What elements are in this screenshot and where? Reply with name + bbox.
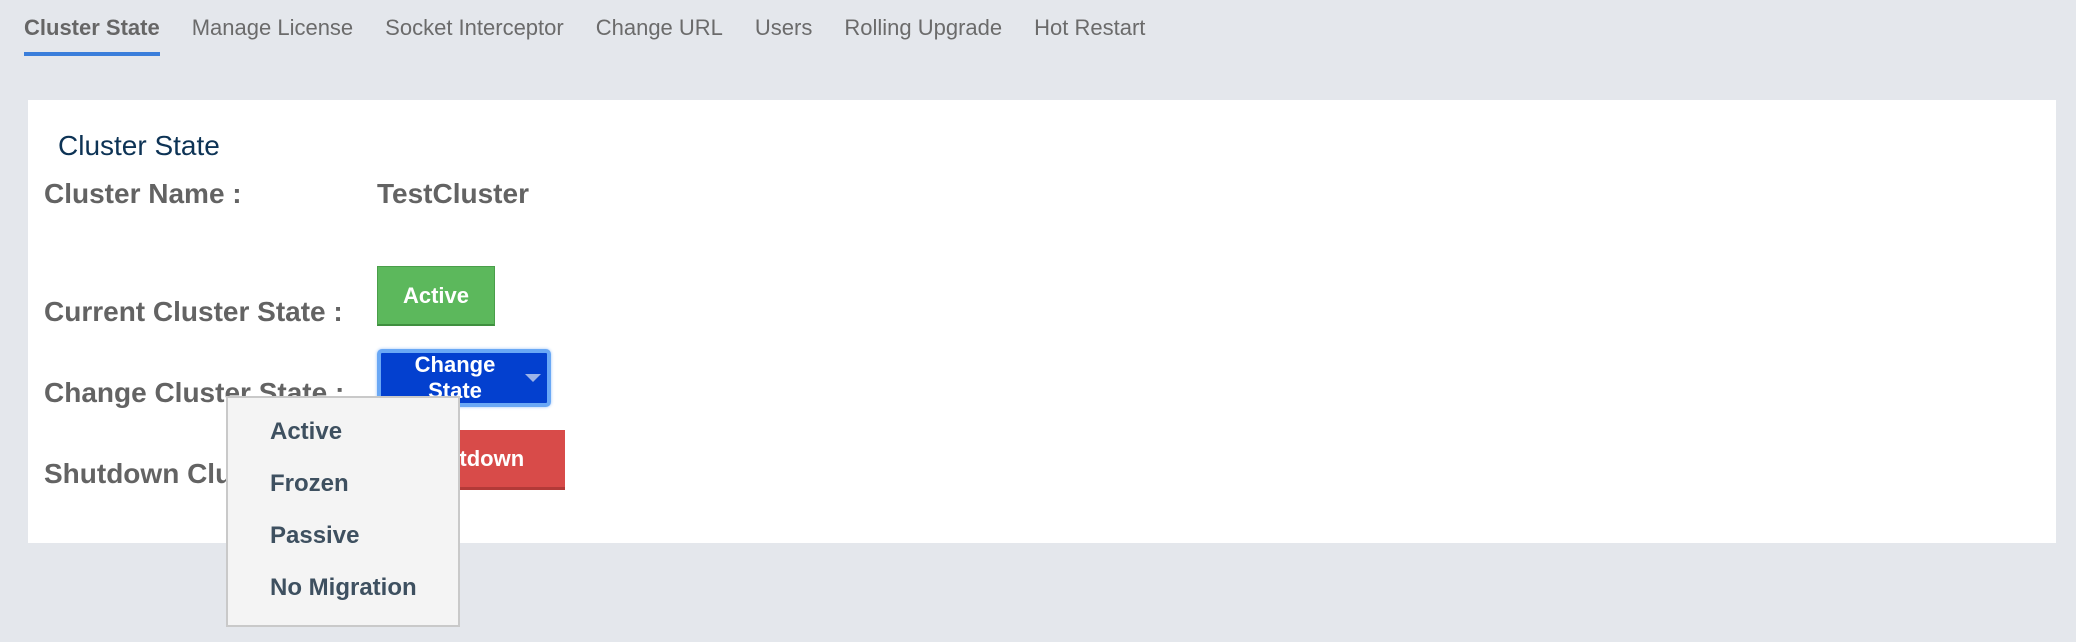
dropdown-option-frozen[interactable]: Frozen <box>270 470 349 498</box>
dropdown-option-active[interactable]: Active <box>270 418 342 446</box>
dropdown-option-passive[interactable]: Passive <box>270 522 359 550</box>
tab-users[interactable]: Users <box>755 0 812 56</box>
current-state-badge: Active <box>377 266 495 326</box>
tab-change-url[interactable]: Change URL <box>596 0 723 56</box>
tab-bar: Cluster State Manage License Socket Inte… <box>24 0 1177 56</box>
change-state-dropdown-menu: Active Frozen Passive No Migration <box>226 396 460 627</box>
dropdown-option-no-migration[interactable]: No Migration <box>270 574 417 602</box>
caret-down-icon <box>525 374 541 382</box>
tab-socket-interceptor[interactable]: Socket Interceptor <box>385 0 564 56</box>
current-state-label: Current Cluster State : <box>44 296 343 327</box>
current-state-row: Current Cluster State : Active <box>44 266 495 334</box>
tab-rolling-upgrade[interactable]: Rolling Upgrade <box>844 0 1002 56</box>
tab-cluster-state[interactable]: Cluster State <box>24 0 160 56</box>
cluster-name-value: TestCluster <box>377 178 529 209</box>
tab-manage-license[interactable]: Manage License <box>192 0 353 56</box>
cluster-name-label: Cluster Name : <box>44 178 242 209</box>
cluster-name-row: Cluster Name : TestCluster <box>44 164 529 224</box>
tab-hot-restart[interactable]: Hot Restart <box>1034 0 1145 56</box>
panel-title: Cluster State <box>58 130 220 161</box>
